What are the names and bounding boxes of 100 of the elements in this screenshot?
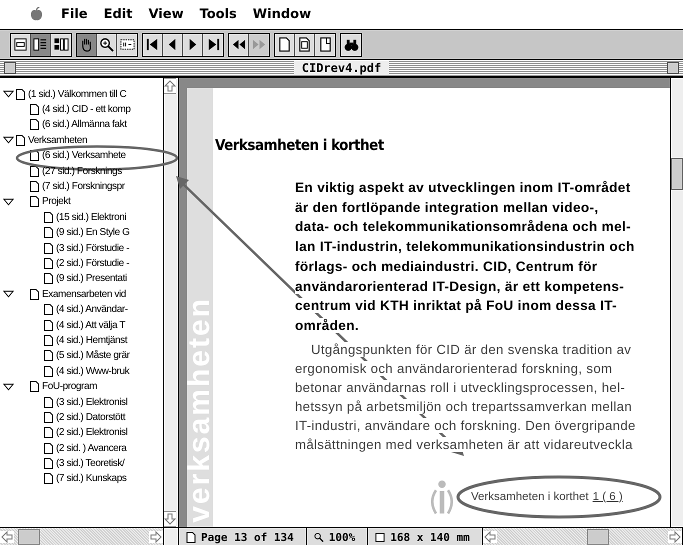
prev-button[interactable] xyxy=(163,34,183,56)
bookmark-item[interactable]: (4 sid.) Att välja T xyxy=(56,320,126,331)
left-arrow-icon[interactable] xyxy=(482,531,497,543)
bookmarks-icon xyxy=(33,37,48,52)
down-arrow-icon[interactable] xyxy=(164,511,176,527)
thumbnails-button[interactable] xyxy=(51,34,71,56)
body-paragraph: Utgångspunkten för CID är den svenska tradition av ergonomisk och användarorienterad forskning, som betonar användarnas roll i utvecklingsprocessen, hel- hetssyn på arbetsmiljön och trepartssamverkan mellan IT-industri, användare och forskning. Den övergripande målsättningen med verksamheten är att vidareutveckla xyxy=(295,340,637,454)
scrollbar[interactable] xyxy=(0,528,164,545)
bookmark-item[interactable]: (6 sid.) Allmänna fakt xyxy=(42,119,127,130)
up-arrow-icon[interactable] xyxy=(164,78,176,94)
menu-item[interactable]: Window xyxy=(252,7,312,22)
page-icon xyxy=(186,532,196,542)
bookmark-item[interactable]: FoU-program xyxy=(42,381,98,392)
scrollbar[interactable] xyxy=(482,528,683,545)
disclosure-triangle[interactable] xyxy=(2,136,14,144)
bookmark-item[interactable]: Examensarbeten vid xyxy=(42,288,126,300)
bookmark-item[interactable]: (15 sid.) Elektroni xyxy=(56,212,126,223)
last-button[interactable] xyxy=(203,34,223,56)
bookmark-item[interactable]: (5 sid.) Måste grär xyxy=(56,350,130,362)
bookmark-item[interactable]: Projekt xyxy=(42,196,70,208)
page-icon xyxy=(44,427,53,438)
right-arrow-icon[interactable] xyxy=(149,531,163,543)
zoom-box[interactable] xyxy=(666,62,679,74)
bookmark-item[interactable]: (4 sid.) Hemtjänst xyxy=(56,334,128,346)
page-only-button[interactable] xyxy=(11,34,31,56)
bookmark-item[interactable]: (2 sid.) Elektronisl xyxy=(56,427,128,438)
menu-item[interactable]: Tools xyxy=(200,7,237,22)
bookmark-item[interactable]: (3 sid.) Teoretisk/ xyxy=(56,458,124,470)
page-icon xyxy=(30,181,39,192)
text-select-button[interactable] xyxy=(117,34,137,56)
facing-button[interactable] xyxy=(315,34,335,56)
back-button[interactable] xyxy=(229,34,249,56)
forward-icon xyxy=(252,37,266,52)
page-icon xyxy=(44,258,53,269)
page-icon xyxy=(44,227,53,238)
page-number-field[interactable]: Page 13 of 134 xyxy=(179,528,307,545)
hand-button[interactable] xyxy=(77,34,97,56)
scrollbar[interactable] xyxy=(163,78,179,527)
page-icon xyxy=(44,304,53,316)
text-select-icon xyxy=(120,37,134,52)
disclosure-triangle[interactable] xyxy=(2,198,14,206)
bookmark-item[interactable]: (6 sid.) Verksamhete xyxy=(42,150,126,162)
page-icon xyxy=(30,288,39,300)
scrollbar[interactable] xyxy=(670,78,683,527)
scroll-thumb[interactable] xyxy=(18,529,40,545)
zoom-field[interactable]: 100% xyxy=(306,528,368,545)
page-icon xyxy=(44,334,53,346)
bookmark-item[interactable]: (1 sid.) Välkommen till C xyxy=(28,88,126,100)
bookmark-item[interactable]: (4 sid.) CID - ett komp xyxy=(42,104,131,116)
split-handle[interactable] xyxy=(164,528,179,545)
page-icon xyxy=(44,473,53,484)
disclosure-triangle[interactable] xyxy=(2,382,14,391)
bookmark-item[interactable]: Verksamheten xyxy=(28,134,88,146)
bookmarks-button[interactable] xyxy=(31,34,51,56)
bookmark-item[interactable]: (2 sid.) Förstudie - xyxy=(56,258,130,269)
page-icon xyxy=(44,242,53,254)
page-heading: Verksamheten i korthet xyxy=(215,136,385,154)
bookmark-item[interactable]: (9 sid.) Presentati xyxy=(56,273,127,284)
bookmark-item[interactable]: (4 sid.) Användar- xyxy=(56,304,128,316)
single-page-icon xyxy=(277,37,292,52)
page-icon xyxy=(30,104,39,116)
bookmark-item[interactable]: (2 sid. ) Avancera xyxy=(56,442,126,454)
page-icon xyxy=(30,119,39,130)
page-icon xyxy=(44,458,53,470)
page-icon xyxy=(44,320,53,331)
bookmark-item[interactable]: (4 sid.) Www-bruk xyxy=(56,366,130,377)
bookmark-item[interactable]: (2 sid.) Datorstött xyxy=(56,412,126,423)
first-icon xyxy=(145,37,160,52)
page-only-icon xyxy=(13,37,28,52)
facing-icon xyxy=(318,37,332,52)
zoom-button[interactable] xyxy=(97,34,117,56)
page-icon xyxy=(44,350,53,362)
page-icon xyxy=(44,273,53,284)
footer-title: Verksamheten i korthet xyxy=(471,490,589,503)
page-icon xyxy=(44,412,53,423)
page-icon xyxy=(16,88,25,100)
bookmark-item[interactable]: (7 sid.) Forskningspr xyxy=(42,181,125,192)
first-button[interactable] xyxy=(143,34,163,56)
right-arrow-icon[interactable] xyxy=(668,531,682,543)
single-page-button[interactable] xyxy=(275,34,295,56)
bookmark-item[interactable]: (3 sid.) Förstudie - xyxy=(56,242,130,254)
page-size-field[interactable]: 168 x 140 mm xyxy=(368,528,483,545)
bookmark-item[interactable]: (7 sid.) Kunskaps xyxy=(56,473,126,484)
bookmark-item[interactable]: (9 sid.) En Style G xyxy=(56,227,130,238)
disclosure-triangle[interactable] xyxy=(2,290,14,298)
magnifier-icon xyxy=(314,532,324,542)
menu-item[interactable]: Edit xyxy=(104,7,132,22)
scroll-thumb[interactable] xyxy=(671,158,683,190)
disclosure-triangle[interactable] xyxy=(2,90,14,98)
back-icon xyxy=(231,37,246,52)
close-box[interactable] xyxy=(4,62,16,74)
menu-item[interactable]: File xyxy=(61,7,88,22)
continuous-button[interactable] xyxy=(295,34,315,56)
find-icon xyxy=(344,37,358,52)
apple-icon[interactable] xyxy=(30,7,43,22)
next-button[interactable] xyxy=(183,34,203,56)
bookmark-item[interactable]: (3 sid.) Elektronisl xyxy=(56,396,128,408)
hand-icon xyxy=(79,37,94,52)
menu-item[interactable]: View xyxy=(148,7,184,22)
scroll-thumb[interactable] xyxy=(586,529,609,545)
